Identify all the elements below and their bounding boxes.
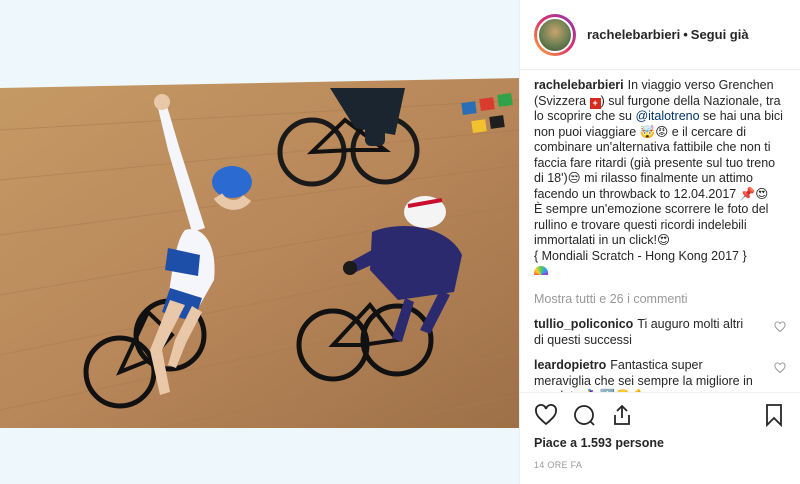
follow-button[interactable]: Segui già — [691, 27, 749, 42]
comment: tullio_policonico Ti auguro molti altri d… — [534, 317, 786, 348]
post-caption: rachelebarbieri In viaggio verso Grenchen… — [534, 78, 786, 280]
header-text: rachelebarbieri • Segui già — [587, 27, 749, 42]
heart-icon[interactable] — [534, 403, 558, 427]
profile-picture — [537, 16, 573, 53]
avatar[interactable] — [534, 13, 576, 56]
comment-username[interactable]: leardopietro — [534, 358, 606, 372]
caption-text-4: È sempre un'emozione scorrere le foto de… — [534, 202, 769, 247]
swiss-flag-icon: + — [589, 97, 601, 109]
header-separator: • — [683, 27, 688, 42]
comments-section[interactable]: rachelebarbieri In viaggio verso Grenchen… — [520, 70, 800, 392]
comment-username[interactable]: tullio_policonico — [534, 317, 633, 331]
comment: leardopietro Fantastica super meraviglia … — [534, 358, 786, 392]
caption-mention[interactable]: @italotreno — [635, 109, 699, 123]
likes-count[interactable]: Piace a 1.593 persone — [520, 436, 800, 454]
comment-bubble-icon[interactable] — [572, 403, 596, 427]
post-photo[interactable] — [0, 0, 520, 484]
rainbow-icon — [534, 266, 548, 275]
instagram-post: rachelebarbieri • Segui già rachelebarbier… — [0, 0, 800, 484]
post-timestamp[interactable]: 14 ORE FA — [520, 454, 800, 484]
post-header: rachelebarbieri • Segui già — [520, 0, 800, 70]
cycling-photo — [0, 0, 519, 484]
view-all-comments-link[interactable]: Mostra tutti e 26 i commenti — [534, 292, 786, 308]
header-username[interactable]: rachelebarbieri — [587, 27, 680, 42]
caption-text-5: { Mondiali Scratch - Hong Kong 2017 } — [534, 248, 747, 263]
comment-like-icon[interactable] — [774, 362, 786, 374]
bookmark-icon[interactable] — [762, 403, 786, 427]
caption-username[interactable]: rachelebarbieri — [534, 78, 624, 92]
comment-text: tullio_policonico Ti auguro molti altri d… — [534, 317, 756, 348]
action-bar — [520, 392, 800, 436]
comment-like-icon[interactable] — [774, 321, 786, 333]
post-sidebar: rachelebarbieri • Segui già rachelebarbier… — [520, 0, 800, 484]
comment-text: leardopietro Fantastica super meraviglia … — [534, 358, 756, 392]
share-icon[interactable] — [610, 403, 634, 427]
